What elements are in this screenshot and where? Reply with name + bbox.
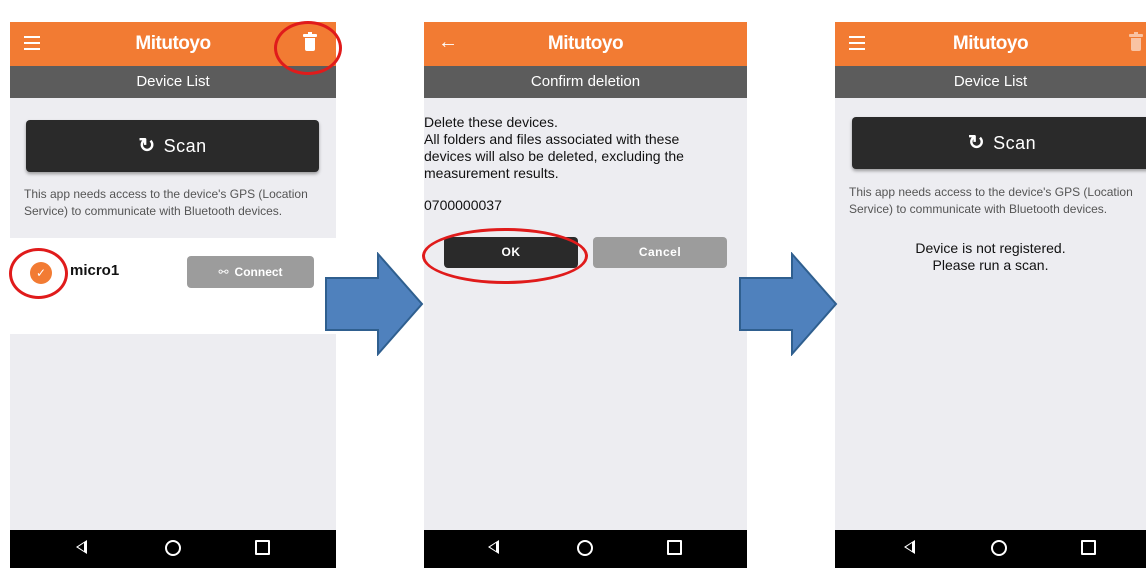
screen-confirm-deletion: ← Mitutoyo Confirm deletion Delete these… [424, 22, 747, 568]
nav-home-icon[interactable] [991, 540, 1007, 556]
system-nav-bar [835, 530, 1146, 568]
confirm-message: Delete these devices. All folders and fi… [424, 114, 724, 182]
empty-state-message: Device is not registered. Please run a s… [835, 240, 1146, 274]
app-logo: Mitutoyo [135, 33, 211, 54]
scan-button[interactable]: ↻ Scan [26, 120, 319, 172]
connect-label: Connect [234, 265, 283, 279]
trash-icon[interactable] [303, 32, 317, 52]
system-nav-bar [10, 530, 336, 568]
ok-button[interactable]: OK [444, 237, 578, 268]
nav-recent-icon[interactable] [255, 540, 270, 555]
page-title: Device List [835, 66, 1146, 98]
scan-label: Scan [163, 136, 207, 156]
nav-back-icon[interactable] [488, 540, 499, 554]
scan-button[interactable]: ↻ Scan [852, 117, 1146, 169]
refresh-icon: ↻ [138, 135, 156, 157]
empty-state-line2: Please run a scan. [932, 257, 1049, 273]
app-bar: Mitutoyo [10, 22, 336, 66]
nav-recent-icon[interactable] [667, 540, 682, 555]
flow-arrow-2 [739, 252, 838, 356]
page-title: Device List [10, 66, 336, 98]
device-name: micro1 [70, 262, 120, 279]
nav-recent-icon[interactable] [1081, 540, 1096, 555]
nav-home-icon[interactable] [165, 540, 181, 556]
app-logo: Mitutoyo [952, 33, 1029, 54]
screen-device-list-empty: Mitutoyo Device List ↻ Scan This app need… [835, 22, 1146, 568]
app-bar: Mitutoyo [835, 22, 1146, 66]
link-off-icon: ⚯ [218, 265, 229, 279]
connect-button[interactable]: ⚯ Connect [187, 256, 314, 288]
nav-back-icon[interactable] [76, 540, 87, 554]
app-bar: ← Mitutoyo [424, 22, 747, 66]
selected-check-icon[interactable]: ✓ [30, 262, 52, 284]
scan-label: Scan [993, 133, 1037, 153]
nav-back-icon[interactable] [904, 540, 915, 554]
gps-info-text: This app needs access to the device's GP… [24, 187, 308, 218]
screen-device-list-selected: Mitutoyo Device List ↻ Scan This app need… [10, 22, 336, 568]
flow-arrow-1 [325, 252, 424, 356]
gps-info-text: This app needs access to the device's GP… [849, 185, 1133, 216]
cancel-button[interactable]: Cancel [593, 237, 727, 268]
app-logo: Mitutoyo [547, 33, 624, 54]
empty-state-line1: Device is not registered. [915, 240, 1066, 256]
refresh-icon: ↻ [967, 132, 986, 154]
nav-home-icon[interactable] [577, 540, 593, 556]
trash-icon[interactable] [1129, 32, 1143, 52]
confirm-message-line1: Delete these devices. [424, 114, 558, 130]
confirm-message-line2: All folders and files associated with th… [424, 131, 684, 181]
system-nav-bar [424, 530, 747, 568]
device-serial: 0700000037 [424, 197, 502, 213]
page-title: Confirm deletion [424, 66, 747, 98]
device-list-item[interactable]: ✓ micro1 ⚯ Connect [10, 238, 336, 334]
